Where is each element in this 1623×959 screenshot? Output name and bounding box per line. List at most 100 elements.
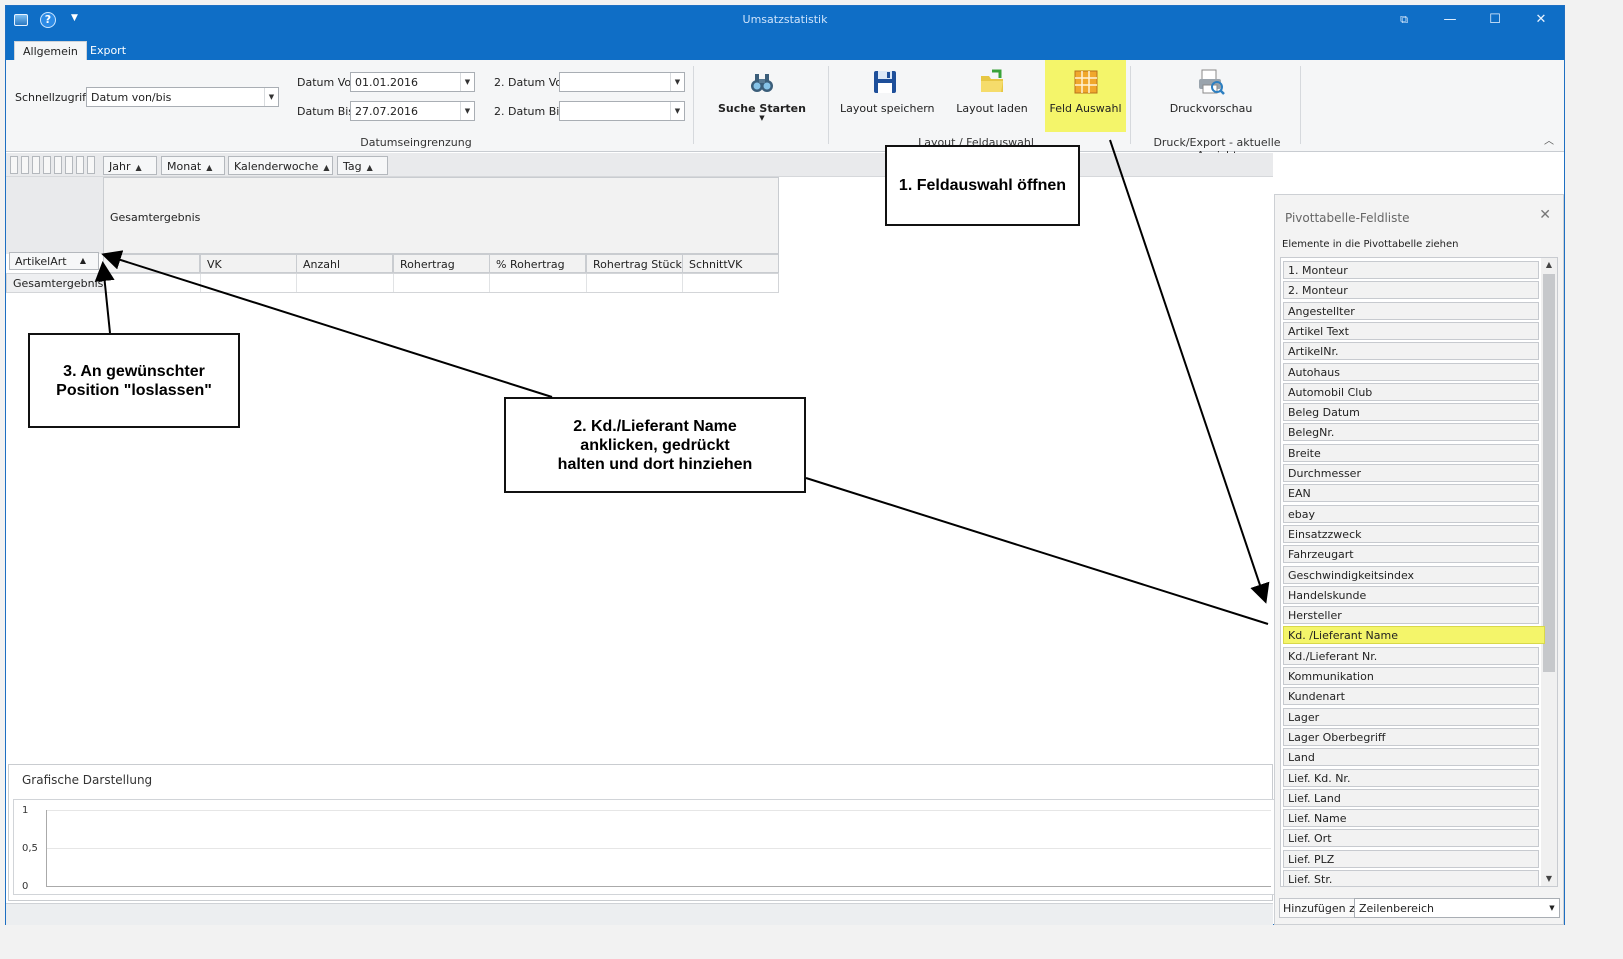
field-list-scrollbar[interactable]: ▲ ▼: [1541, 258, 1557, 886]
chevron-down-icon[interactable]: ▼: [670, 102, 684, 120]
field-list-item-selected[interactable]: Kd. /Lieferant Name: [1283, 626, 1545, 645]
druckvorschau-button[interactable]: Druckvorschau: [1166, 60, 1256, 132]
field-list-item[interactable]: Lief. Str.: [1283, 870, 1539, 886]
field-list-item[interactable]: ArtikelNr.: [1283, 342, 1539, 361]
print-preview-icon: [1199, 69, 1225, 95]
scroll-down-icon[interactable]: ▼: [1541, 872, 1557, 886]
field-list-item[interactable]: Lief. Land: [1283, 788, 1539, 807]
field-list-item[interactable]: Land: [1283, 748, 1539, 767]
datum-bis-value: 27.07.2016: [355, 105, 418, 118]
chevron-down-icon[interactable]: ▼: [460, 73, 474, 91]
field-list-item[interactable]: Automobil Club: [1283, 382, 1539, 401]
field-list-item[interactable]: 1. Monteur: [1283, 261, 1539, 279]
field-list-item[interactable]: Einsatzzweck: [1283, 524, 1539, 543]
layout-laden-button[interactable]: Layout laden: [950, 60, 1034, 132]
field-list-item[interactable]: Beleg Datum: [1283, 403, 1539, 422]
datum2-bis-field[interactable]: ▼: [559, 101, 685, 121]
field-list-item[interactable]: Breite: [1283, 443, 1539, 462]
field-list-item[interactable]: Artikel Text: [1283, 321, 1539, 340]
data-column-rohertrag-stueck[interactable]: Rohertrag Stück: [586, 254, 683, 273]
field-chip-jahr[interactable]: Jahr ▲: [103, 156, 157, 175]
field-list-item[interactable]: Kommunikation: [1283, 667, 1539, 685]
close-icon[interactable]: ✕: [1539, 207, 1551, 223]
annotation-step-1-text: 1. Feldauswahl öffnen: [898, 177, 1067, 194]
annotation-step-2: 2. Kd./Lieferant Name anklicken, gedrück…: [504, 397, 806, 493]
chart-title: Grafische Darstellung: [22, 773, 153, 787]
data-column-vk[interactable]: VK: [200, 254, 297, 273]
field-list-item[interactable]: 2. Monteur: [1283, 281, 1539, 300]
folder-open-icon: [981, 69, 1003, 92]
field-chip-label: Kalenderwoche: [234, 160, 319, 173]
field-list-subtitle: Elemente in die Pivottabelle ziehen: [1282, 239, 1459, 250]
maximize-button[interactable]: ☐: [1485, 12, 1505, 30]
title-bar: ? ▼ Umsatzstatistik ⧉ — ☐ ✕: [6, 6, 1564, 36]
field-list-item[interactable]: Lief. Ort: [1283, 829, 1539, 848]
feld-auswahl-button[interactable]: Feld Auswahl: [1045, 60, 1126, 132]
filter-slot: [87, 156, 95, 174]
field-list-item[interactable]: Lief. PLZ: [1283, 849, 1539, 868]
field-list-item[interactable]: Handelskunde: [1283, 585, 1539, 604]
annotation-step-3-line: 3. An gewünschter: [63, 362, 205, 380]
druckvorschau-label: Druckvorschau: [1169, 102, 1253, 115]
field-list-items: ▲ ▼ 1. Monteur 2. Monteur Angestellter Arti…: [1280, 257, 1558, 887]
datum-von-field[interactable]: 01.01.2016 ▼: [350, 72, 475, 92]
datum-bis-field[interactable]: 27.07.2016 ▼: [350, 101, 475, 121]
collapse-ribbon-icon[interactable]: ︿: [1544, 132, 1554, 147]
field-list-item[interactable]: Lager Oberbegriff: [1283, 727, 1539, 746]
field-list-item[interactable]: Angestellter: [1283, 301, 1539, 320]
scroll-up-icon[interactable]: ▲: [1541, 258, 1557, 272]
add-to-select[interactable]: Zeilenbereich ▼: [1354, 898, 1560, 918]
data-column-schnittvk[interactable]: SchnittVK: [682, 254, 779, 273]
field-list-item[interactable]: Lager: [1283, 707, 1539, 726]
chevron-down-icon[interactable]: ▼: [670, 73, 684, 91]
cell-divider: [586, 274, 587, 292]
field-list-item[interactable]: Geschwindigkeitsindex: [1283, 565, 1539, 584]
close-button[interactable]: ✕: [1531, 12, 1551, 30]
chevron-down-icon[interactable]: ▼: [460, 102, 474, 120]
field-list-item[interactable]: Fahrzeugart: [1283, 545, 1539, 564]
tab-allgemein[interactable]: Allgemein: [14, 41, 87, 60]
data-column-anzahl[interactable]: Anzahl: [296, 254, 393, 273]
filter-slot: [76, 156, 84, 174]
field-chip-tag[interactable]: Tag ▲: [337, 156, 388, 175]
field-list-item[interactable]: EAN: [1283, 484, 1539, 503]
layout-speichern-button[interactable]: Layout speichern: [840, 60, 935, 132]
row-field-artikelart[interactable]: ArtikelArt ▲: [9, 252, 99, 270]
field-list-item[interactable]: Durchmesser: [1283, 464, 1539, 482]
save-icon: [874, 71, 896, 93]
field-list-item[interactable]: BelegNr.: [1283, 423, 1539, 442]
datum2-von-field[interactable]: ▼: [559, 72, 685, 92]
suche-starten-button[interactable]: Suche Starten ▼: [716, 60, 808, 132]
scrollbar-thumb[interactable]: [1543, 274, 1555, 672]
field-list-item[interactable]: Autohaus: [1283, 362, 1539, 381]
field-list-title: Pivottabelle-Feldliste: [1285, 211, 1410, 225]
schnellzugriff-select[interactable]: Datum von/bis ▼: [86, 87, 279, 107]
tab-export[interactable]: Export: [82, 41, 134, 60]
cell-divider: [296, 274, 297, 292]
field-list-item[interactable]: ebay: [1283, 504, 1539, 523]
filter-slot: [54, 156, 62, 174]
data-column-rohertrag-pct[interactable]: % Rohertrag: [489, 254, 586, 273]
row-grand-total-label: Gesamtergebnis: [7, 274, 104, 292]
field-list-item[interactable]: Kd./Lieferant Nr.: [1283, 646, 1539, 665]
chevron-down-icon[interactable]: ▼: [264, 88, 278, 106]
chevron-down-icon[interactable]: ▼: [1545, 899, 1559, 917]
cell-divider: [393, 274, 394, 292]
field-list-item[interactable]: Hersteller: [1283, 606, 1539, 625]
minimize-button[interactable]: —: [1440, 12, 1460, 30]
datum-von-label: Datum Von: [297, 76, 359, 89]
field-list-item[interactable]: Lief. Kd. Nr.: [1283, 768, 1539, 787]
data-column-rohertrag[interactable]: Rohertrag: [393, 254, 490, 273]
y-tick-label: 1: [22, 805, 29, 816]
filter-slot: [10, 156, 18, 174]
filter-slot: [21, 156, 29, 174]
cell-divider: [200, 274, 201, 292]
sort-up-icon: ▲: [366, 163, 373, 172]
restore-icon[interactable]: ⧉: [1394, 12, 1414, 30]
field-list-item[interactable]: Lief. Name: [1283, 809, 1539, 828]
field-chip-kalenderwoche[interactable]: Kalenderwoche ▲: [228, 156, 333, 175]
field-list-item[interactable]: Kundenart: [1283, 687, 1539, 706]
field-chip-monat[interactable]: Monat ▲: [161, 156, 225, 175]
datum-bis-label: Datum Bis: [297, 105, 355, 118]
sort-up-icon: ▲: [135, 163, 142, 172]
